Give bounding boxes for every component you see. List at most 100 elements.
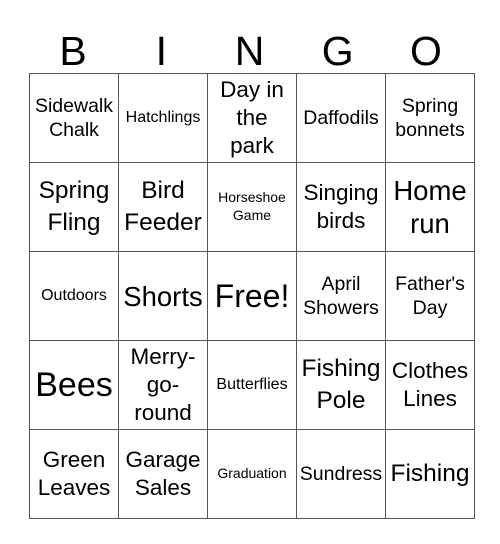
grid-row: Spring Fling Bird Feeder Horseshoe Game Singin… — [29, 162, 475, 252]
cell-label-line: Clothes — [391, 357, 469, 383]
header-letter-n: N — [234, 28, 265, 74]
bingo-cell[interactable]: Hatchlings — [118, 73, 208, 163]
cell-label-line: Butterflies — [216, 376, 288, 394]
cell-label: Free! — [215, 277, 290, 315]
cell-label-line: park — [230, 133, 274, 159]
bingo-cell[interactable]: Graduation — [207, 429, 297, 519]
bingo-cell[interactable]: Shorts — [118, 251, 208, 341]
cell-label: Hatchlings — [126, 108, 201, 127]
bingo-cell[interactable]: Garage Sales — [118, 429, 208, 519]
grid-row: Green Leaves Garage Sales Graduation Sundress… — [29, 429, 475, 519]
cell-label-line: Fling — [47, 209, 101, 236]
bingo-cell[interactable]: Father's Day — [385, 251, 475, 341]
bingo-cell[interactable]: Singing birds — [296, 162, 386, 252]
bingo-cell[interactable]: Bees — [29, 340, 119, 430]
cell-label-line: Feeder — [124, 209, 202, 236]
cell-label: Green Leaves — [38, 446, 111, 502]
cell-label: Merry-go-round — [131, 343, 196, 427]
cell-label: April Showers — [303, 272, 379, 321]
cell-label: Father's Day — [395, 272, 465, 321]
header-letter-i: I — [155, 28, 167, 74]
cell-label-line: the — [236, 104, 268, 130]
cell-label-line: Home — [393, 175, 467, 206]
bingo-cell[interactable]: Sidewalk Chalk — [29, 73, 119, 163]
cell-label: Fishing Pole — [302, 353, 381, 417]
cell-label-line: Pole — [316, 387, 366, 414]
cell-label-line: Lines — [403, 386, 457, 411]
cell-label: Shorts — [123, 280, 202, 313]
cell-label-line: go- — [146, 371, 180, 397]
bingo-card-grid: Sidewalk Chalk Hatchlings Day in the park Daff… — [29, 73, 475, 519]
cell-label: Sundress — [300, 462, 382, 486]
cell-label: Spring bonnets — [395, 94, 464, 143]
bingo-cell[interactable]: Home run — [385, 162, 475, 252]
cell-label-line: Horseshoe — [218, 189, 286, 206]
bingo-cell[interactable]: Green Leaves — [29, 429, 119, 519]
cell-label-line: Showers — [303, 297, 379, 319]
free-space-cell[interactable]: Free! — [207, 251, 297, 341]
cell-label-line: Day — [412, 297, 448, 319]
cell-label-line: Free! — [214, 277, 290, 314]
cell-label-line: Sales — [134, 475, 192, 500]
cell-label-line: Bird — [141, 177, 185, 205]
cell-label-line: Father's — [395, 272, 465, 295]
bingo-cell[interactable]: Day in the park — [207, 73, 297, 163]
bingo-cell[interactable]: Fishing — [385, 429, 475, 519]
grid-row: Sidewalk Chalk Hatchlings Day in the park Daff… — [29, 73, 475, 163]
bingo-cell[interactable]: Daffodils — [296, 73, 386, 163]
cell-label-line: Sidewalk — [34, 94, 114, 117]
cell-label: Spring Fling — [39, 175, 110, 239]
cell-label: Butterflies — [216, 375, 287, 394]
cell-label: Outdoors — [41, 286, 107, 305]
bingo-cell[interactable]: Spring bonnets — [385, 73, 475, 163]
cell-label-line: Day in — [220, 76, 284, 102]
bingo-cell[interactable]: Clothes Lines — [385, 340, 475, 430]
cell-label-line: Bees — [35, 365, 113, 404]
bingo-cell[interactable]: Butterflies — [207, 340, 297, 430]
bingo-cell[interactable]: Bird Feeder — [118, 162, 208, 252]
cell-label-line: Garage — [125, 446, 201, 472]
cell-label: Garage Sales — [125, 446, 200, 502]
cell-label-line: Outdoors — [41, 287, 107, 305]
bingo-cell[interactable]: Sundress — [296, 429, 386, 519]
cell-label: Singing birds — [303, 179, 378, 235]
bingo-cell[interactable]: Merry-go-round — [118, 340, 208, 430]
cell-label-line: Daffodils — [303, 106, 379, 129]
bingo-cell[interactable]: April Showers — [296, 251, 386, 341]
cell-label-line: bonnets — [395, 119, 465, 141]
cell-label-line: Merry- — [130, 343, 196, 369]
cell-label-line: Spring — [401, 94, 459, 117]
cell-label-line: Shorts — [123, 280, 203, 312]
cell-label-line: Game — [232, 206, 272, 223]
cell-label-line: Graduation — [217, 465, 287, 482]
cell-label: Graduation — [217, 465, 286, 483]
cell-label: Day in the park — [220, 76, 284, 160]
header-letter-o: O — [409, 28, 442, 74]
cell-label-line: Sundress — [299, 462, 383, 485]
bingo-cell[interactable]: Fishing Pole — [296, 340, 386, 430]
bingo-cell[interactable]: Outdoors — [29, 251, 119, 341]
cell-label: Clothes Lines — [392, 357, 468, 413]
cell-label-line: Green — [42, 446, 106, 472]
cell-label-line: Spring — [38, 177, 110, 205]
cell-label-line: Chalk — [49, 119, 99, 141]
cell-label-line: birds — [316, 208, 366, 233]
header-letter-b: B — [59, 28, 87, 74]
cell-label-line: run — [410, 208, 450, 239]
cell-label: Horseshoe Game — [218, 189, 286, 224]
cell-label-line: Hatchlings — [125, 109, 201, 127]
bingo-cell[interactable]: Horseshoe Game — [207, 162, 297, 252]
cell-label-line: Singing — [303, 179, 379, 205]
cell-label: Home run — [393, 174, 466, 240]
cell-label-line: April — [321, 272, 361, 295]
cell-label-line: round — [134, 400, 192, 426]
cell-label: Daffodils — [303, 106, 379, 130]
bingo-header: B I N G O — [29, 28, 470, 74]
header-letter-g: G — [321, 28, 354, 74]
cell-label-line: Fishing — [301, 355, 381, 383]
bingo-cell[interactable]: Spring Fling — [29, 162, 119, 252]
cell-label-line: Leaves — [37, 475, 111, 500]
grid-row: Outdoors Shorts Free! April Showers Father's D… — [29, 251, 475, 341]
grid-row: Bees Merry-go-round Butterflies Fishing Pole… — [29, 340, 475, 430]
cell-label-line: Fishing — [390, 460, 470, 488]
